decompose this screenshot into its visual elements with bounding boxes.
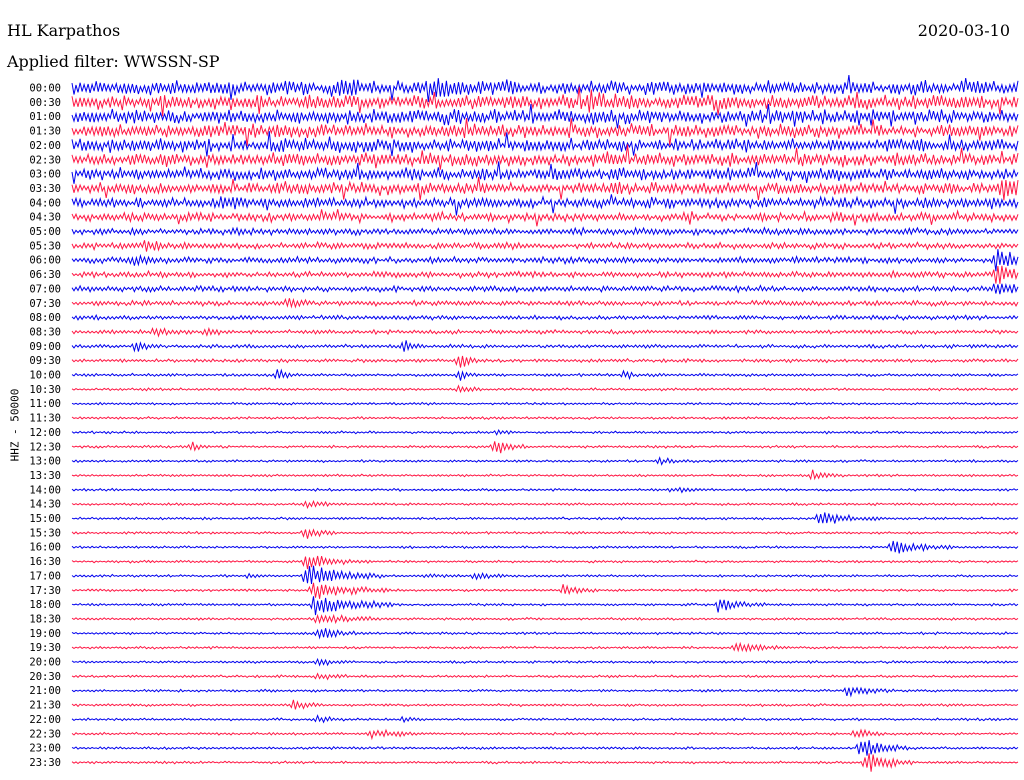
trace-line — [71, 565, 1019, 584]
time-tick-label: 13:30 — [29, 470, 61, 482]
time-tick-label: 16:30 — [29, 556, 61, 568]
time-tick-label: 12:00 — [29, 427, 61, 439]
trace-line — [71, 401, 1019, 406]
time-tick-label: 05:00 — [29, 226, 61, 238]
trace-line — [71, 428, 1019, 436]
time-tick-label: 03:30 — [29, 183, 61, 195]
trace-line — [71, 540, 1019, 554]
time-tick-label: 18:00 — [29, 599, 61, 611]
time-tick-label: 23:00 — [29, 743, 61, 755]
time-tick-label: 02:30 — [29, 154, 61, 166]
trace-line — [71, 103, 1019, 129]
time-tick-label: 19:00 — [29, 628, 61, 640]
time-tick-label: 06:00 — [29, 255, 61, 267]
trace-line — [71, 209, 1019, 227]
trace-line — [71, 456, 1019, 466]
time-tick-label: 02:00 — [29, 140, 61, 152]
helicorder-page: HL Karpathos 2020-03-10 Applied filter: … — [0, 0, 1024, 780]
trace-line — [71, 340, 1019, 353]
trace-line — [71, 249, 1019, 272]
time-tick-label: 00:30 — [29, 97, 61, 109]
trace-line — [71, 176, 1019, 201]
trace-line — [71, 355, 1019, 368]
time-tick-label: 05:30 — [29, 240, 61, 252]
time-tick-label: 07:30 — [29, 298, 61, 310]
trace-line — [71, 314, 1019, 321]
time-tick-label: 22:30 — [29, 728, 61, 740]
time-tick-label: 07:00 — [29, 283, 61, 295]
trace-line — [71, 282, 1019, 295]
time-tick-label: 01:00 — [29, 111, 61, 123]
time-tick-label: 21:30 — [29, 700, 61, 712]
trace-line — [71, 628, 1019, 640]
trace-line — [71, 728, 1019, 741]
trace-line — [71, 596, 1019, 616]
trace-line — [71, 75, 1019, 102]
time-tick-label: 16:00 — [29, 542, 61, 554]
trace-line — [71, 161, 1019, 184]
trace-line — [71, 265, 1019, 284]
trace-line — [71, 686, 1019, 698]
trace-line — [71, 512, 1019, 524]
trace-line — [71, 226, 1019, 237]
time-tick-label: 11:30 — [29, 413, 61, 425]
trace-line — [71, 415, 1019, 421]
time-tick-label: 23:30 — [29, 757, 61, 769]
time-tick-label: 21:00 — [29, 685, 61, 697]
time-tick-label: 20:30 — [29, 671, 61, 683]
time-tick-label: 04:00 — [29, 197, 61, 209]
time-tick-label: 09:30 — [29, 355, 61, 367]
trace-line — [71, 384, 1019, 394]
trace-line — [71, 326, 1019, 338]
trace-line — [71, 613, 1019, 625]
helicorder-plot: 00:00 00:30 01:00 01:30 02:00 02:30 03:00 03:30… — [29, 75, 1019, 772]
time-tick-label: 08:30 — [29, 326, 61, 338]
time-tick-label: 18:30 — [29, 613, 61, 625]
time-tick-label: 19:30 — [29, 642, 61, 654]
trace-line — [71, 368, 1019, 381]
time-tick-label: 09:00 — [29, 341, 61, 353]
time-tick-label: 20:00 — [29, 657, 61, 669]
trace-line — [71, 699, 1019, 710]
trace-line — [71, 499, 1019, 510]
trace-line — [71, 486, 1019, 494]
time-tick-label: 17:00 — [29, 570, 61, 582]
time-tick-label: 12:30 — [29, 441, 61, 453]
time-tick-label: 00:00 — [29, 83, 61, 95]
time-tick-label: 08:00 — [29, 312, 61, 324]
time-tick-label: 13:00 — [29, 456, 61, 468]
time-tick-label: 17:30 — [29, 585, 61, 597]
time-tick-label: 14:30 — [29, 499, 61, 511]
time-tick-label: 11:00 — [29, 398, 61, 410]
trace-line — [71, 657, 1019, 667]
time-tick-label: 01:30 — [29, 126, 61, 138]
trace-line — [71, 582, 1019, 599]
trace-line — [71, 240, 1019, 252]
time-tick-label: 10:30 — [29, 384, 61, 396]
time-tick-label: 22:00 — [29, 714, 61, 726]
time-tick-label: 10:00 — [29, 370, 61, 382]
time-tick-label: 03:00 — [29, 169, 61, 181]
trace-line — [71, 753, 1019, 772]
trace-line — [71, 297, 1019, 309]
trace-line — [71, 641, 1019, 653]
time-tick-label: 04:30 — [29, 212, 61, 224]
time-tick-label: 06:30 — [29, 269, 61, 281]
trace-line — [71, 672, 1019, 681]
time-tick-label: 14:00 — [29, 484, 61, 496]
trace-line — [71, 555, 1019, 570]
time-tick-label: 15:30 — [29, 527, 61, 539]
trace-line — [71, 740, 1019, 756]
trace-line — [71, 714, 1019, 724]
trace-line — [71, 194, 1019, 216]
trace-line — [71, 469, 1019, 481]
time-tick-label: 15:00 — [29, 513, 61, 525]
trace-line — [71, 441, 1019, 454]
trace-line — [71, 528, 1019, 539]
